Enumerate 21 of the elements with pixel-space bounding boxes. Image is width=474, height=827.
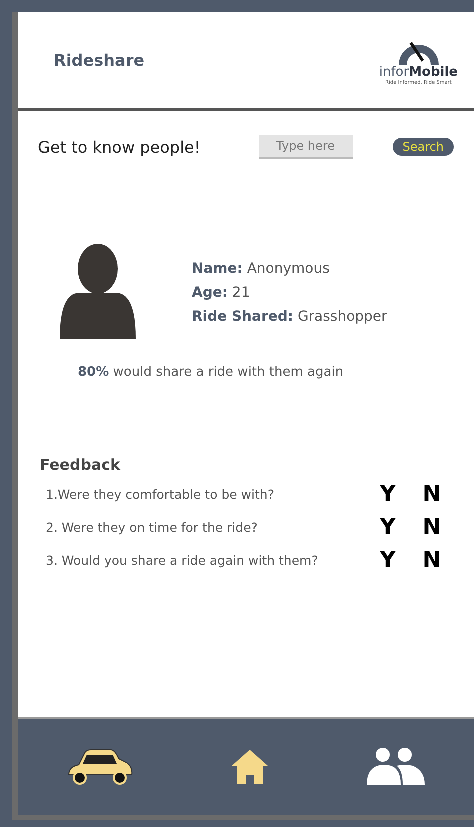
- search-field[interactable]: Type here: [258, 135, 353, 159]
- people-icon[interactable]: [364, 747, 427, 787]
- feedback-question: 2. Were they on time for the ride?: [46, 520, 259, 535]
- feedback-question: 1.Were they comfortable to be with?: [46, 487, 276, 502]
- yes-option[interactable]: Y: [366, 515, 410, 540]
- profile-field: Name: Anonymous: [192, 261, 388, 277]
- no-option[interactable]: N: [410, 515, 454, 540]
- logo-wordmark: inforMobile: [379, 64, 458, 80]
- feedback-question: 3. Would you share a ride again with them?: [46, 553, 320, 568]
- app-title: Rideshare: [54, 50, 145, 70]
- profile-field: Ride Shared: Grasshopper: [192, 309, 388, 325]
- search-button[interactable]: Search: [392, 138, 454, 156]
- home-icon[interactable]: [230, 748, 270, 786]
- share-summary: 80% would share a ride with them again: [78, 365, 345, 380]
- no-option[interactable]: N: [410, 482, 454, 507]
- yes-option[interactable]: Y: [366, 482, 410, 507]
- feedback-title: Feedback: [40, 456, 122, 474]
- yes-option[interactable]: Y: [366, 548, 410, 573]
- profile-field: Age: 21: [192, 285, 388, 301]
- search-heading: Get to know people!: [38, 138, 202, 156]
- no-option[interactable]: N: [410, 548, 454, 573]
